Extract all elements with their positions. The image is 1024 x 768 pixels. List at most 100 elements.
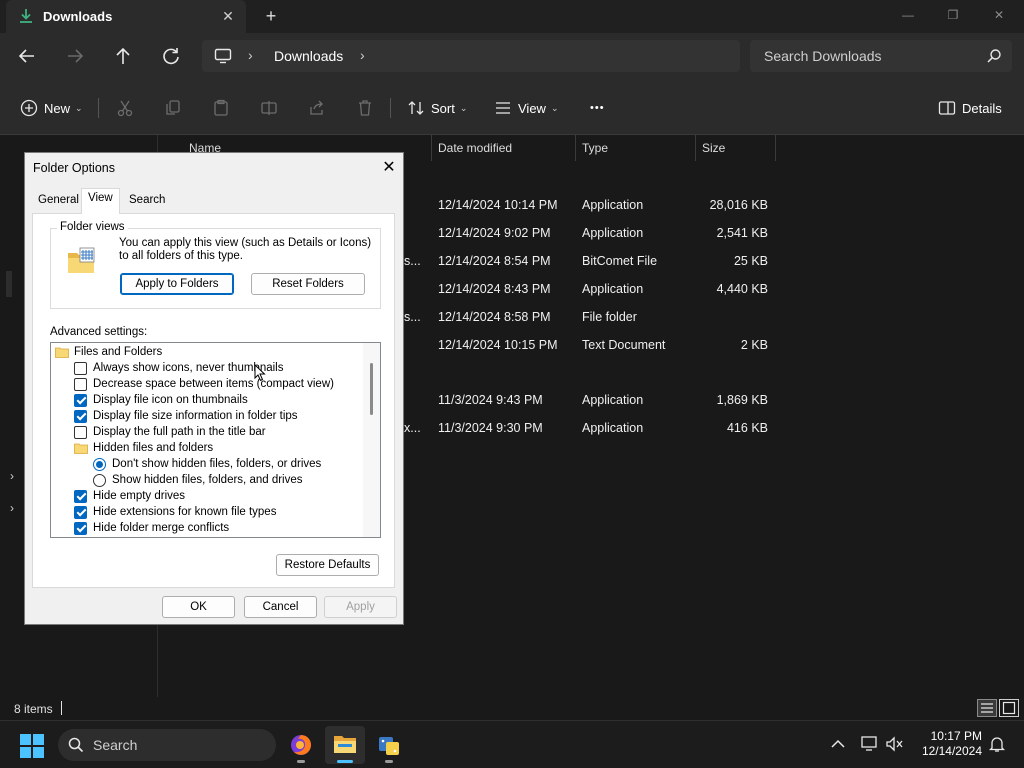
sort-icon <box>408 101 424 115</box>
scrollbar-thumb[interactable] <box>370 363 373 415</box>
minimize-button[interactable]: — <box>895 4 921 26</box>
tab-search[interactable]: Search <box>123 191 171 213</box>
file-size: 2 KB <box>740 338 768 352</box>
expand-chevron-icon[interactable]: › <box>10 501 14 515</box>
cut-button[interactable] <box>116 95 140 121</box>
checkbox-checked[interactable] <box>74 409 87 423</box>
advanced-settings-label: Advanced settings: <box>50 326 148 338</box>
new-tab-button[interactable]: + <box>260 6 282 28</box>
volume-muted-icon[interactable] <box>885 735 905 753</box>
option-label: Show hidden files, folders, and drives <box>112 474 303 486</box>
copy-icon <box>166 100 180 115</box>
radio[interactable] <box>93 473 106 487</box>
file-date: 12/14/2024 9:02 PM <box>438 226 551 240</box>
rename-button[interactable] <box>260 95 284 121</box>
option-hide-extensions[interactable]: Hide extensions for known file types <box>74 504 276 520</box>
forward-icon[interactable] <box>60 42 90 70</box>
details-pane-button[interactable]: Details <box>938 95 1002 121</box>
system-clock[interactable]: 10:17 PM 12/14/2024 <box>906 729 982 759</box>
search-input[interactable]: Search Downloads <box>750 40 1012 72</box>
apply-button[interactable]: Apply <box>324 596 397 618</box>
search-icon <box>987 49 1001 63</box>
folder-icon <box>55 347 69 358</box>
network-icon[interactable] <box>860 735 880 753</box>
more-options-button[interactable]: ••• <box>590 95 605 121</box>
clock-date: 12/14/2024 <box>921 744 982 758</box>
advanced-settings-tree[interactable]: Files and Folders Always show icons, nev… <box>50 342 381 538</box>
breadcrumb-downloads[interactable]: Downloads <box>274 48 343 64</box>
sort-button[interactable]: Sort ⌄ <box>407 95 467 121</box>
file-date: 11/3/2024 9:30 PM <box>438 421 543 435</box>
cancel-button[interactable]: Cancel <box>244 596 317 618</box>
address-bar[interactable]: › Downloads › <box>202 40 740 72</box>
trash-icon <box>359 100 371 116</box>
option-dont-show-hidden[interactable]: Don't show hidden files, folders, or dri… <box>93 456 321 472</box>
details-view-toggle[interactable] <box>977 699 997 717</box>
chevron-down-icon: ⌄ <box>75 102 83 113</box>
delete-button[interactable] <box>356 95 380 121</box>
column-header-size[interactable]: Size <box>696 135 776 161</box>
firefox-taskbar-button[interactable] <box>281 726 321 764</box>
chevron-down-icon: ⌄ <box>459 102 468 113</box>
plus-circle-icon <box>20 99 38 117</box>
close-button[interactable]: ✕ <box>986 4 1012 26</box>
status-bar: 8 items <box>0 697 1024 720</box>
checkbox-checked[interactable] <box>74 393 87 407</box>
file-size: 25 KB <box>733 254 768 268</box>
checkbox[interactable] <box>74 425 87 439</box>
share-button[interactable] <box>308 95 332 121</box>
option-compact-view[interactable]: Decrease space between items (compact vi… <box>74 376 334 392</box>
tab-view[interactable]: View <box>81 188 120 214</box>
new-button[interactable]: New ⌄ <box>20 95 83 121</box>
file-explorer-taskbar-button[interactable] <box>325 726 365 764</box>
checkbox[interactable] <box>74 361 87 375</box>
tree-scrollbar[interactable] <box>363 343 380 537</box>
checkbox-checked[interactable] <box>74 505 87 519</box>
breadcrumb-chevron-icon[interactable]: › <box>360 47 365 63</box>
folder-views-group: Folder views You can apply this view (su… <box>50 221 381 309</box>
search-placeholder: Search Downloads <box>764 48 882 64</box>
view-button[interactable]: View ⌄ <box>494 95 559 121</box>
tab-general[interactable]: General <box>32 191 85 213</box>
expand-chevron-icon[interactable]: › <box>10 469 14 483</box>
back-icon[interactable] <box>12 42 42 70</box>
taskbar-search[interactable]: Search <box>58 729 276 761</box>
apply-to-folders-button[interactable]: Apply to Folders <box>120 273 234 295</box>
option-file-size-in-tips[interactable]: Display file size information in folder … <box>74 408 298 424</box>
refresh-icon[interactable] <box>156 42 186 70</box>
maximize-button[interactable]: ❐ <box>940 4 966 26</box>
notification-bell-icon[interactable] <box>988 735 1006 753</box>
breadcrumb-chevron-icon[interactable]: › <box>248 47 253 63</box>
tab-close-icon[interactable]: ✕ <box>218 6 238 26</box>
tiles-view-icon <box>1002 701 1016 715</box>
chevron-up-icon[interactable] <box>830 738 846 750</box>
option-file-icon-on-thumbnails[interactable]: Display file icon on thumbnails <box>74 392 248 408</box>
tab-downloads[interactable]: Downloads ✕ <box>6 0 246 33</box>
checkbox-checked[interactable] <box>74 489 87 503</box>
restore-defaults-button[interactable]: Restore Defaults <box>276 554 379 576</box>
up-icon[interactable] <box>108 42 138 70</box>
mouse-cursor-icon <box>254 364 266 382</box>
option-label: Display file icon on thumbnails <box>93 394 248 406</box>
windows-start-icon[interactable] <box>20 734 44 758</box>
option-full-path-in-title[interactable]: Display the full path in the title bar <box>74 424 266 440</box>
new-label: New <box>44 100 71 116</box>
tiles-view-toggle[interactable] <box>999 699 1019 717</box>
radio-selected[interactable] <box>93 457 106 471</box>
column-header-type[interactable]: Type <box>576 135 696 161</box>
reset-folders-button[interactable]: Reset Folders <box>251 273 365 295</box>
ok-button[interactable]: OK <box>162 596 235 618</box>
file-size: 416 KB <box>726 421 768 435</box>
file-type: Application <box>582 393 644 407</box>
column-header-date[interactable]: Date modified <box>432 135 576 161</box>
option-hide-merge-conflicts[interactable]: Hide folder merge conflicts <box>74 520 229 536</box>
paste-button[interactable] <box>212 95 236 121</box>
checkbox[interactable] <box>74 377 87 391</box>
dialog-close-button[interactable]: ✕ <box>379 158 399 178</box>
checkbox-checked[interactable] <box>74 521 87 535</box>
python-installer-taskbar-button[interactable] <box>369 726 409 764</box>
option-show-hidden[interactable]: Show hidden files, folders, and drives <box>93 472 303 488</box>
option-always-show-icons[interactable]: Always show icons, never thumbnails <box>74 360 283 376</box>
copy-button[interactable] <box>164 95 188 121</box>
option-hide-empty-drives[interactable]: Hide empty drives <box>74 488 185 504</box>
